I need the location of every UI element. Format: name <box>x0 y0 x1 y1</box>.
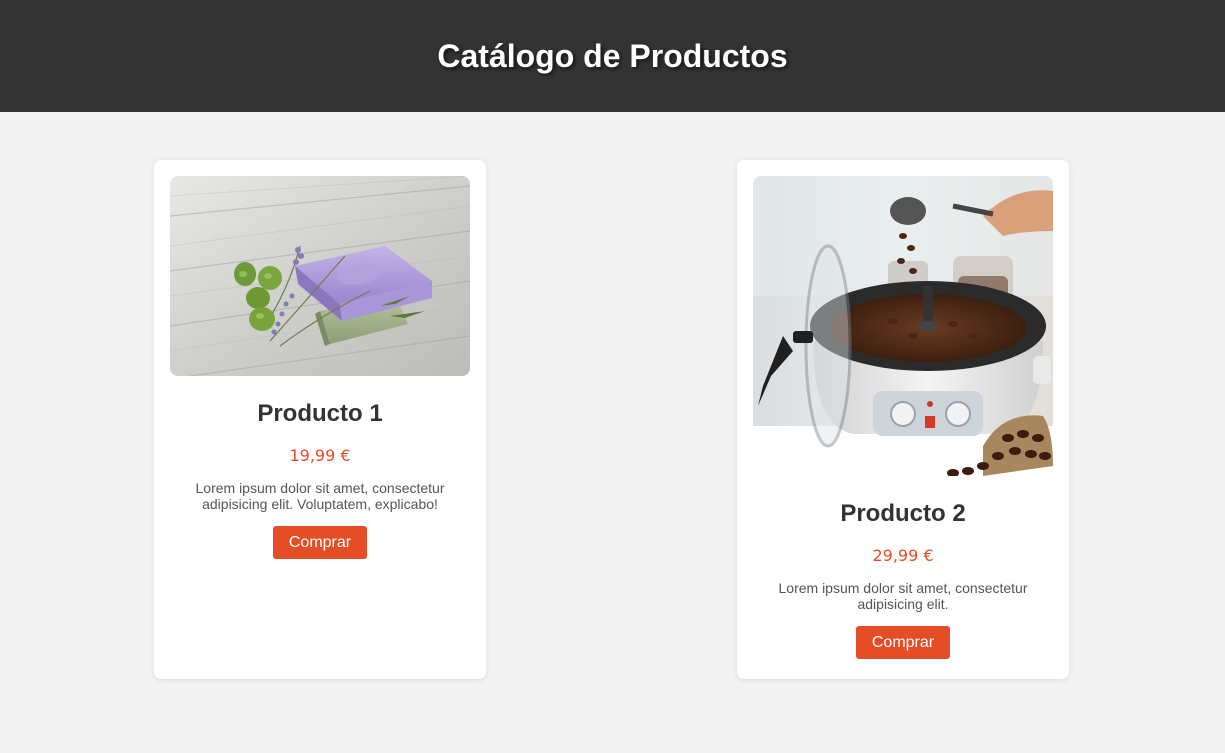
product-name: Producto 1 <box>257 400 383 427</box>
product-image-coffee-roaster <box>753 176 1053 476</box>
buy-button[interactable]: Comprar <box>855 626 951 659</box>
buy-button[interactable]: Comprar <box>272 526 368 559</box>
product-price: 29,99 € <box>872 546 934 565</box>
page-header: Catálogo de Productos <box>0 0 1225 112</box>
product-card: Producto 2 29,99 € Lorem ipsum dolor sit… <box>737 160 1069 679</box>
product-description: Lorem ipsum dolor sit amet, consectetur … <box>195 480 445 512</box>
page-title: Catálogo de Productos <box>437 37 788 74</box>
product-description: Lorem ipsum dolor sit amet, consectetur … <box>778 580 1028 612</box>
product-name: Producto 2 <box>840 500 966 527</box>
product-card: Producto 1 19,99 € Lorem ipsum dolor sit… <box>154 160 486 679</box>
product-price: 19,99 € <box>289 446 351 465</box>
product-image-soap <box>170 176 470 376</box>
